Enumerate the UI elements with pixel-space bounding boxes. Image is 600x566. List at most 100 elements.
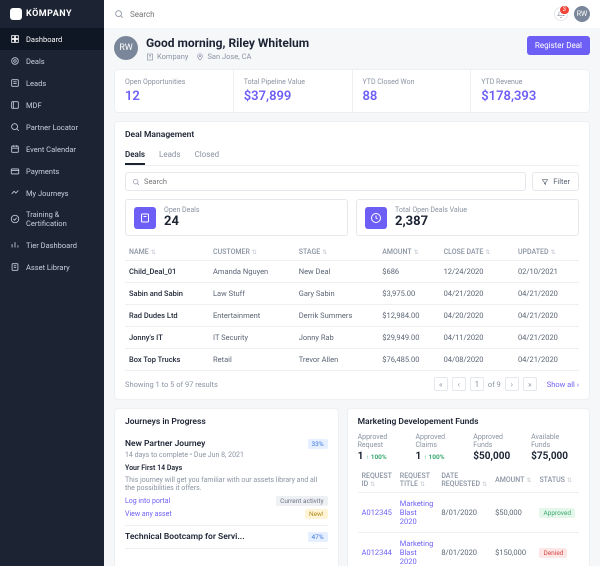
nav-item-partner-locator[interactable]: Partner Locator	[0, 116, 104, 138]
nav-icon	[10, 34, 20, 44]
nav-item-mdf[interactable]: MDF	[0, 94, 104, 116]
global-search-input[interactable]	[130, 10, 548, 19]
journey-link[interactable]: View any asset	[125, 510, 172, 518]
stat-icon	[134, 207, 156, 229]
nav-label: Partner Locator	[26, 123, 78, 132]
nav-item-deals[interactable]: Deals	[0, 50, 104, 72]
nav-item-payments[interactable]: Payments	[0, 160, 104, 182]
cell-date: 8/01/2020	[437, 533, 491, 566]
page-header: RW Good morning, Riley Whitelum Kompany …	[114, 36, 590, 61]
nav: Dashboard Deals Leads MDF Partner Locator Eve…	[0, 28, 104, 278]
cell-updated: 04/21/2020	[514, 349, 579, 371]
table-row[interactable]: Box Top TrucksRetailTrevor Allen$76,485.…	[125, 349, 579, 371]
nav-item-leads[interactable]: Leads	[0, 72, 104, 94]
filter-button[interactable]: Filter	[532, 172, 579, 191]
mdf-title: Marketing Developement Funds	[358, 417, 579, 427]
table-row[interactable]: A012344Marketing Blast 20208/01/2020$150…	[358, 533, 579, 566]
journey-title: Technical Bootcamp for Servi...	[125, 532, 245, 542]
deal-stat: Total Open Deals Value2,387	[356, 199, 579, 236]
col-header[interactable]: STATUS⇅	[535, 468, 579, 493]
page-next-button[interactable]: ›	[505, 377, 519, 391]
nav-label: Leads	[26, 79, 46, 88]
notif-badge: 3	[559, 5, 570, 15]
nav-label: Training & Certification	[26, 210, 94, 228]
deal-search-box[interactable]	[125, 172, 526, 191]
nav-icon	[10, 100, 20, 110]
show-all-link[interactable]: Show all ›	[547, 380, 579, 389]
table-row[interactable]: Sabin and SabinLaw StuffGary Sabin$3,975…	[125, 283, 579, 305]
user-avatar[interactable]: RW	[574, 6, 590, 22]
col-header[interactable]: REQUEST ID⇅	[358, 468, 396, 493]
table-row[interactable]: A012345Marketing Blast 20208/01/2020$50,…	[358, 493, 579, 533]
page-total: of 9	[488, 380, 501, 389]
table-row[interactable]: Rad Dudes LtdEntertainmentDerrik Summers…	[125, 305, 579, 327]
table-row[interactable]: Child_Deal_01Amanda NguyenNew Deal$68612…	[125, 261, 579, 283]
deal-search-input[interactable]	[144, 177, 519, 186]
kpi-label: YTD Revenue	[481, 78, 579, 86]
nav-item-tier-dashboard[interactable]: Tier Dashboard	[0, 234, 104, 256]
cell-updated: 04/21/2020	[514, 327, 579, 349]
col-header[interactable]: AMOUNT⇅	[491, 468, 535, 493]
col-header[interactable]: CUSTOMER⇅	[209, 244, 295, 261]
cell-title: Marketing Blast 2020	[396, 533, 438, 566]
nav-icon	[10, 78, 20, 88]
journey-link[interactable]: Log into portal	[125, 497, 170, 505]
mdf-stat-label: Approved Request	[358, 433, 406, 449]
notifications-button[interactable]: 3	[554, 7, 568, 21]
stat-value: 24	[164, 214, 200, 229]
nav-icon	[10, 262, 20, 272]
journey-item: New Partner Journey33%14 days to complet…	[125, 433, 328, 526]
nav-item-asset-library[interactable]: Asset Library	[0, 256, 104, 278]
stat-value: 2,387	[395, 214, 467, 229]
greeting: Good morning, Riley Whitelum	[146, 36, 519, 50]
tab-closed[interactable]: Closed	[195, 146, 220, 165]
stat-label: Open Deals	[164, 206, 200, 214]
nav-label: Payments	[26, 167, 59, 176]
nav-label: Event Calendar	[26, 145, 76, 154]
cell-status: Approved	[535, 493, 579, 533]
tab-leads[interactable]: Leads	[159, 146, 181, 165]
page-current[interactable]: 1	[470, 377, 484, 391]
col-header[interactable]: REQUEST TITLE⇅	[396, 468, 438, 493]
results-summary: Showing 1 to 5 of 97 results	[125, 380, 218, 389]
mdf-stat: Approved Funds$50,000	[473, 433, 521, 462]
journeys-title: Journeys in Progress	[125, 417, 328, 427]
nav-item-dashboard[interactable]: Dashboard	[0, 28, 104, 50]
nav-item-training-certification[interactable]: Training & Certification	[0, 204, 104, 234]
nav-item-my-journeys[interactable]: My Journeys	[0, 182, 104, 204]
nav-label: MDF	[26, 101, 42, 110]
cell-amount: $3,975.00	[378, 283, 439, 305]
page-prev-button[interactable]: ‹	[452, 377, 466, 391]
cell-title: Marketing Blast 2020	[396, 493, 438, 533]
mdf-stat-label: Approved Funds	[473, 433, 521, 449]
col-header[interactable]: NAME⇅	[125, 244, 209, 261]
register-deal-button[interactable]: Register Deal	[527, 36, 590, 55]
journey-badge: New!	[305, 509, 328, 519]
page-first-button[interactable]: «	[434, 377, 448, 391]
tab-deals[interactable]: Deals	[125, 146, 145, 165]
deal-mgmt-title: Deal Management	[125, 130, 579, 140]
journey-progress: 47%	[308, 532, 328, 542]
col-header[interactable]: STAGE⇅	[295, 244, 379, 261]
col-header[interactable]: AMOUNT⇅	[378, 244, 439, 261]
cell-amount: $29,949.00	[378, 327, 439, 349]
kpi-label: Total Pipeline Value	[244, 78, 342, 86]
cell-customer: Amanda Nguyen	[209, 261, 295, 283]
mdf-stat-label: Available Funds	[531, 433, 579, 449]
search-icon	[132, 178, 140, 186]
brand: KÖMPANY	[0, 0, 104, 28]
cell-name: Child_Deal_01	[125, 261, 209, 283]
col-header[interactable]: DATE REQUESTED⇅	[437, 468, 491, 493]
kpi-value: 12	[125, 89, 223, 104]
main: 3 RW RW Good morning, Riley Whitelum Kom…	[104, 0, 600, 566]
nav-label: Asset Library	[26, 263, 70, 272]
nav-item-event-calendar[interactable]: Event Calendar	[0, 138, 104, 160]
nav-icon	[10, 188, 20, 198]
journey-badge: Current activity	[276, 496, 328, 506]
table-row[interactable]: Jonny's ITIT SecurityJonny Rab$29,949.00…	[125, 327, 579, 349]
col-header[interactable]: CLOSE DATE⇅	[440, 244, 514, 261]
brand-logo	[10, 8, 22, 20]
col-header[interactable]: UPDATED⇅	[514, 244, 579, 261]
page-last-button[interactable]: »	[523, 377, 537, 391]
nav-label: Deals	[26, 57, 45, 66]
